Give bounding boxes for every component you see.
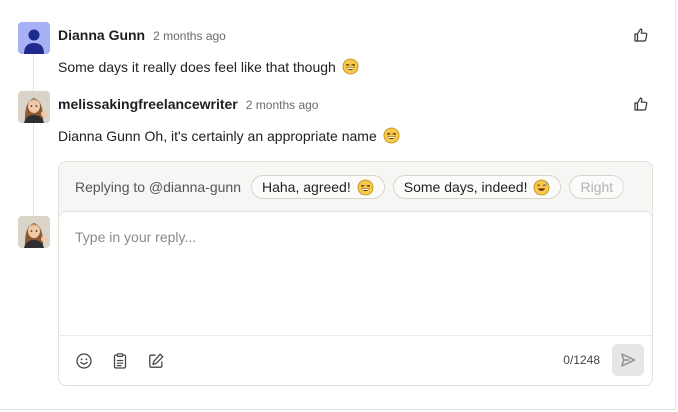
suggestion-overflow-fade [612,162,652,212]
send-button[interactable] [612,344,644,376]
suggestion-chip-label: Haha, agreed! [262,179,351,195]
sweat-smile-emoji-icon [534,179,550,195]
comment-thread-panel: Dianna Gunn 2 months ago Some days it re… [0,0,676,410]
edit-icon[interactable] [147,352,165,370]
suggestion-chip[interactable]: Some days, indeed! [392,175,562,199]
comment-header: melissakingfreelancewriter 2 months ago [58,96,318,112]
comment-body: Some days it really does feel like that … [58,58,359,75]
suggestion-chip-label: Right [580,179,614,195]
emoji-icon[interactable] [75,352,93,370]
current-user-avatar [18,216,50,248]
send-icon [621,353,636,367]
comment-author[interactable]: melissakingfreelancewriter [58,96,238,112]
comment-header: Dianna Gunn 2 months ago [58,27,226,43]
user-mention[interactable]: Dianna Gunn [58,128,141,144]
comment-text: Some days it really does feel like that … [58,58,336,75]
reply-input[interactable] [59,212,652,336]
thumbs-up-icon[interactable] [633,96,649,112]
comment-author[interactable]: Dianna Gunn [58,27,145,43]
laughing-emoji-icon [357,179,374,195]
thumbs-up-icon[interactable] [633,27,649,43]
avatar[interactable] [18,22,50,54]
comment-timestamp: 2 months ago [153,29,226,43]
comment-timestamp: 2 months ago [245,98,319,112]
character-counter: 0/1248 [563,353,600,367]
reply-composer: Replying to @dianna-gunn Haha, agreed! S… [58,161,653,386]
thread-connector-line [33,54,34,224]
reply-editor: 0/1248 [58,211,653,386]
clipboard-icon[interactable] [111,352,129,370]
comment-body: Dianna Gunn Oh, it's certainly an approp… [58,127,400,144]
reply-suggestion-bar: Replying to @dianna-gunn Haha, agreed! S… [59,162,652,212]
comment-text: Oh, it's certainly an appropriate name [144,127,377,144]
reply-toolbar: 0/1248 [59,335,652,385]
laughing-emoji-icon [342,58,359,75]
suggestion-chip[interactable]: Haha, agreed! [251,175,385,199]
avatar[interactable] [18,91,50,123]
suggestion-chip-label: Some days, indeed! [403,179,528,195]
replying-to-label: Replying to @dianna-gunn [75,179,241,195]
laughing-emoji-icon [383,127,400,144]
